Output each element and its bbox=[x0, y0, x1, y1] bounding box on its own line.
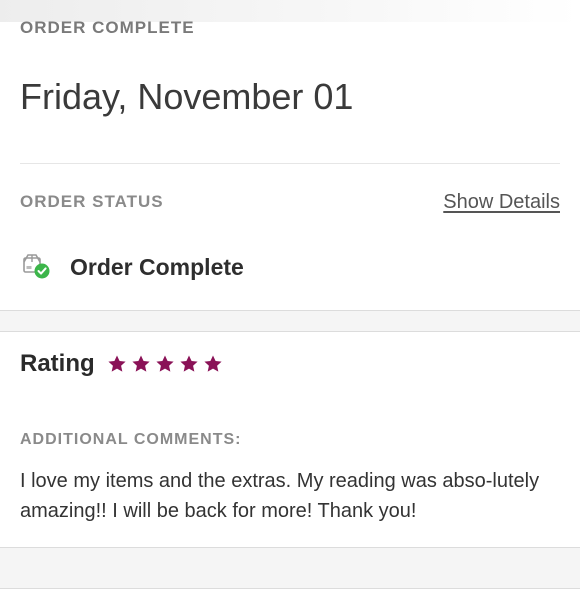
additional-comments-label: ADDITIONAL COMMENTS: bbox=[20, 431, 242, 448]
order-status-row: Order Complete bbox=[22, 250, 244, 284]
section-separator bbox=[0, 310, 580, 332]
comment-text: I love my items and the extras. My readi… bbox=[20, 470, 540, 522]
section-separator bbox=[0, 547, 580, 589]
order-complete-label: ORDER COMPLETE bbox=[20, 18, 195, 37]
show-details-link[interactable]: Show Details bbox=[443, 191, 560, 214]
star-icon bbox=[108, 355, 126, 372]
order-status-text: Order Complete bbox=[70, 253, 244, 280]
rating-row: Rating bbox=[20, 350, 227, 378]
star-icon bbox=[132, 355, 150, 372]
box-check-icon bbox=[22, 252, 52, 282]
divider bbox=[20, 163, 560, 164]
star-icon bbox=[204, 355, 222, 372]
star-rating bbox=[107, 354, 227, 374]
order-status-label: ORDER STATUS bbox=[20, 192, 164, 211]
rating-label: Rating bbox=[20, 350, 95, 377]
star-icon bbox=[180, 355, 198, 372]
star-icon bbox=[156, 355, 174, 372]
order-date: Friday, November 01 bbox=[20, 76, 354, 117]
